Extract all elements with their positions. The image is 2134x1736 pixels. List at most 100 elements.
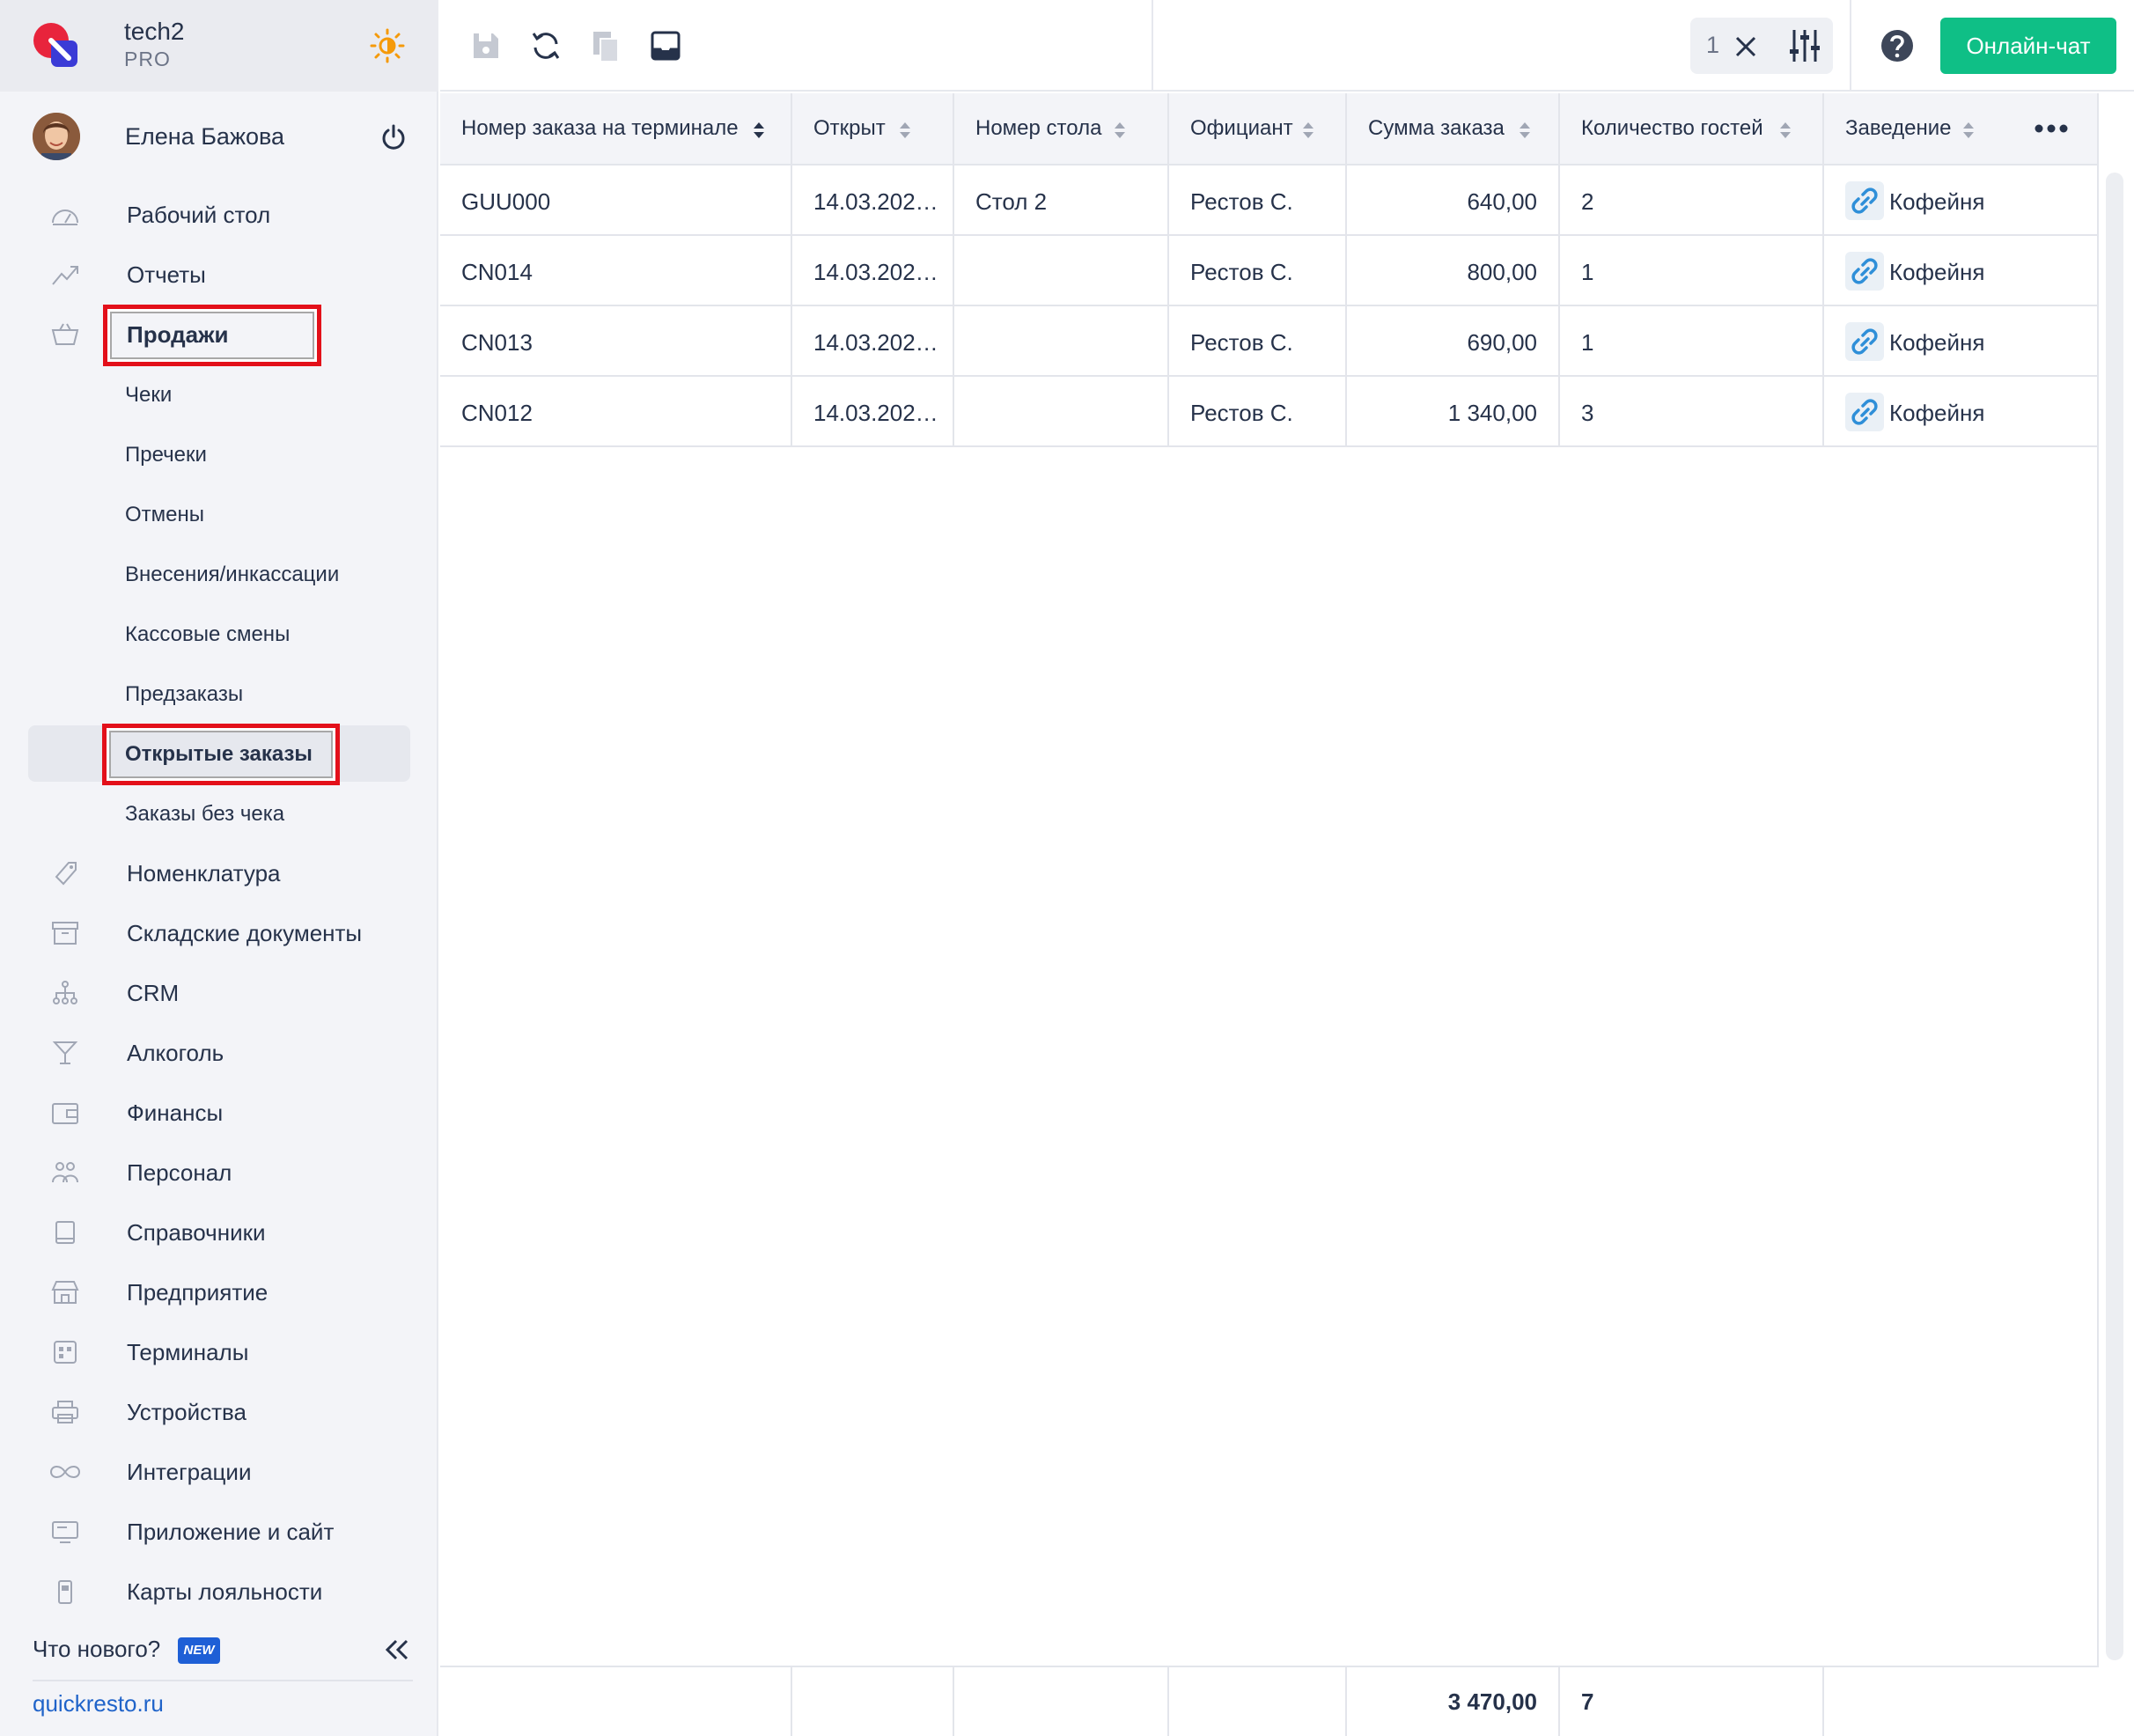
- user-profile[interactable]: Елена Бажова: [0, 104, 438, 169]
- table-row[interactable]: GUU000 14.03.202… Стол 2 Рестов С. 640,0…: [440, 166, 2099, 236]
- nav-label: Финансы: [127, 1100, 224, 1126]
- cell-text: CN014: [461, 259, 533, 285]
- subnav-item-prechecks[interactable]: Пречеки: [0, 428, 438, 481]
- cell-text: 2: [1581, 188, 1594, 215]
- link-icon[interactable]: [1845, 252, 1884, 291]
- subnav-item-cash-operations[interactable]: Внесения/инкассации: [0, 548, 438, 600]
- new-badge: NEW: [178, 1637, 220, 1664]
- nav-item-enterprise[interactable]: Предприятие: [0, 1266, 438, 1319]
- nav-item-alcohol[interactable]: Алкоголь: [0, 1026, 438, 1079]
- subnav-item-receipts[interactable]: Чеки: [0, 368, 438, 421]
- refresh-icon[interactable]: [526, 26, 565, 65]
- nav-item-devices[interactable]: Устройства: [0, 1386, 438, 1438]
- cell-text: CN012: [461, 400, 533, 426]
- site-link[interactable]: quickresto.ru: [33, 1690, 164, 1718]
- nav-item-reports[interactable]: Отчеты: [0, 248, 438, 301]
- whats-new-link[interactable]: Что нового?: [33, 1636, 160, 1663]
- nav-item-dashboard[interactable]: Рабочий стол: [0, 188, 438, 241]
- column-header-opened[interactable]: Открыт: [792, 93, 954, 166]
- subnav-item-cash-shifts[interactable]: Кассовые смены: [0, 607, 438, 660]
- nav-item-finance[interactable]: Финансы: [0, 1086, 438, 1139]
- sort-icon[interactable]: [1113, 120, 1127, 141]
- subnav-label: Заказы без чека: [125, 802, 285, 826]
- online-chat-button[interactable]: Онлайн-чат: [1940, 18, 2116, 74]
- column-label: Номер стола: [975, 116, 1102, 140]
- cell-order-number: CN014: [440, 236, 792, 306]
- sort-icon[interactable]: [1961, 120, 1976, 141]
- nav-item-warehouse-docs[interactable]: Складские документы: [0, 907, 438, 960]
- theme-sun-icon[interactable]: [370, 28, 405, 63]
- sort-icon[interactable]: [1778, 120, 1792, 141]
- store-icon: [51, 1281, 79, 1304]
- nav-item-app-and-site[interactable]: Приложение и сайт: [0, 1505, 438, 1558]
- inbox-icon[interactable]: [646, 26, 685, 65]
- subnav-item-cancellations[interactable]: Отмены: [0, 488, 438, 541]
- cell-text: 14.03.202…: [813, 259, 938, 285]
- cell-text: 690,00: [1467, 329, 1537, 356]
- cell-text: CN013: [461, 329, 533, 356]
- column-header-table-number[interactable]: Номер стола: [954, 93, 1169, 166]
- brand-header: tech2 PRO: [0, 0, 438, 92]
- nav-label: Приложение и сайт: [127, 1519, 335, 1545]
- nav-item-nomenclature[interactable]: Номенклатура: [0, 847, 438, 900]
- save-icon[interactable]: [467, 26, 505, 65]
- column-header-order-number[interactable]: Номер заказа на терминале: [440, 93, 792, 166]
- link-icon[interactable]: [1845, 181, 1884, 220]
- power-icon[interactable]: [379, 123, 408, 151]
- nav-item-crm[interactable]: CRM: [0, 967, 438, 1019]
- table-row[interactable]: CN014 14.03.202… Рестов С. 800,00 1 Кофе…: [440, 236, 2099, 306]
- column-label: Количество гостей: [1581, 116, 1763, 140]
- chart-up-icon: [52, 266, 78, 285]
- sidebar: tech2 PRO Елена Бажова Рабочий стол Отче…: [0, 0, 438, 1736]
- sort-icon[interactable]: [1518, 120, 1532, 141]
- collapse-sidebar-icon[interactable]: [380, 1636, 412, 1664]
- cell-text: 640,00: [1467, 188, 1537, 215]
- help-icon[interactable]: [1880, 28, 1915, 63]
- clear-filter-icon[interactable]: [1731, 32, 1761, 62]
- sort-active-icon[interactable]: [752, 120, 766, 141]
- printer-icon: [52, 1401, 78, 1423]
- nav-label: Отчеты: [127, 261, 206, 288]
- cell-order-sum: 690,00: [1347, 306, 1560, 377]
- cell-opened: 14.03.202…: [792, 306, 954, 377]
- cell-waiter: Рестов С.: [1169, 166, 1347, 236]
- cell-text: 14.03.202…: [813, 329, 938, 356]
- nav-label: Складские документы: [127, 920, 363, 946]
- footer-cell: [1169, 1667, 1347, 1736]
- column-header-order-sum[interactable]: Сумма заказа: [1347, 93, 1560, 166]
- cell-text: 3: [1581, 400, 1594, 426]
- subnav-item-orders-without-receipt[interactable]: Заказы без чека: [0, 787, 438, 840]
- cell-venue: Кофейня: [1824, 236, 2099, 306]
- vertical-scrollbar[interactable]: [2106, 173, 2123, 1660]
- link-icon[interactable]: [1845, 322, 1884, 361]
- nav-label: Устройства: [127, 1399, 247, 1425]
- cell-text: 14.03.202…: [813, 400, 938, 426]
- nav-item-integrations[interactable]: Интеграции: [0, 1445, 438, 1498]
- table-row[interactable]: CN012 14.03.202… Рестов С. 1 340,00 3 Ко…: [440, 377, 2099, 447]
- sort-icon[interactable]: [1301, 120, 1315, 141]
- more-options-icon[interactable]: [2034, 123, 2069, 134]
- nav-item-loyalty-cards[interactable]: Карты лояльности: [0, 1565, 438, 1618]
- cell-text: 1 340,00: [1447, 400, 1537, 426]
- cell-text: Рестов С.: [1190, 188, 1293, 215]
- nav-item-directories[interactable]: Справочники: [0, 1206, 438, 1259]
- cell-order-sum: 640,00: [1347, 166, 1560, 236]
- column-label: Сумма заказа: [1368, 116, 1505, 140]
- subnav-item-preorders[interactable]: Предзаказы: [0, 667, 438, 720]
- column-header-guests[interactable]: Количество гостей: [1560, 93, 1824, 166]
- footer-cell: [440, 1667, 792, 1736]
- link-icon[interactable]: [1845, 393, 1884, 431]
- cell-guests: 3: [1560, 377, 1824, 447]
- infinity-icon: [49, 1466, 81, 1478]
- copy-icon[interactable]: [586, 26, 625, 65]
- nav-label: Предприятие: [127, 1279, 269, 1306]
- sort-icon[interactable]: [898, 120, 912, 141]
- column-header-waiter[interactable]: Официант: [1169, 93, 1347, 166]
- total-sum: 3 470,00: [1447, 1688, 1537, 1715]
- footer-cell-sum: 3 470,00: [1347, 1667, 1560, 1736]
- nav-item-staff[interactable]: Персонал: [0, 1146, 438, 1199]
- filter-settings-icon[interactable]: [1787, 26, 1822, 65]
- table-row[interactable]: CN013 14.03.202… Рестов С. 690,00 1 Кофе…: [440, 306, 2099, 377]
- nav-item-terminals[interactable]: Терминалы: [0, 1326, 438, 1379]
- table-header: Номер заказа на терминале Открыт Номер с…: [440, 93, 2099, 166]
